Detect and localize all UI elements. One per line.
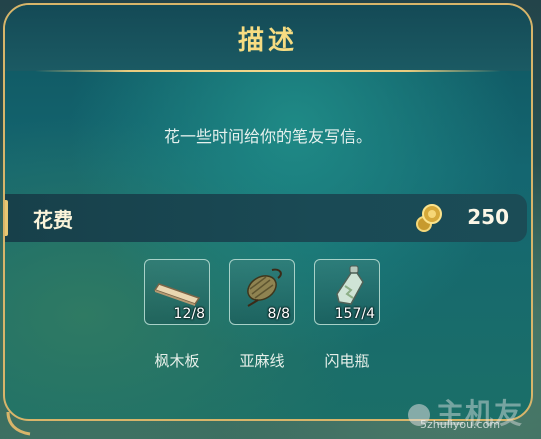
watermark: 主机友 5zhuliyou.com: [406, 392, 536, 436]
material-count: 12/8: [173, 306, 205, 322]
material-slot-linen-thread[interactable]: 8/8: [229, 259, 295, 325]
material-name: 闪电瓶: [324, 352, 370, 370]
description-panel: 描述 花一些时间给你的笔友写信。 花费 250 12/8 枫木板 8/8 亚麻线: [3, 3, 533, 421]
material-count: 8/8: [267, 306, 290, 322]
maple-plank-icon: [153, 283, 201, 306]
lightning-bottle-icon: [336, 265, 364, 305]
frame-corner-ornament: [6, 411, 31, 436]
material-slot-maple-plank[interactable]: 12/8: [144, 259, 210, 325]
material-name: 枫木板: [154, 352, 200, 370]
description-text: 花一些时间给你的笔友写信。: [163, 127, 372, 146]
cost-bar: 花费 250: [5, 194, 527, 242]
cost-label: 花费: [33, 208, 73, 232]
cost-value: 250: [467, 205, 509, 229]
material-count: 157/4: [334, 306, 375, 322]
cost-accent: [5, 200, 8, 236]
watermark-small-text: 5zhuliyou.com: [420, 418, 501, 431]
coin-icon: [416, 204, 442, 232]
panel-title: 描述: [237, 25, 298, 56]
linen-thread-icon: [247, 268, 282, 307]
material-name: 亚麻线: [239, 352, 285, 370]
material-slot-lightning-bottle[interactable]: 157/4: [314, 259, 380, 325]
title-bar: 描述: [5, 5, 531, 72]
